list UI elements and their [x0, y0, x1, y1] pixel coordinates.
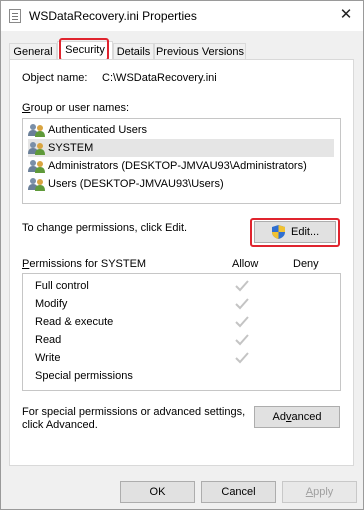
allow-column-label: Allow: [232, 258, 259, 270]
permission-row: Write: [35, 350, 335, 366]
cancel-button[interactable]: Cancel: [201, 481, 276, 503]
allow-check-icon: [235, 298, 249, 310]
allow-check-icon: [235, 334, 249, 346]
group-user-list[interactable]: Authenticated Users SYSTEM Administrator…: [22, 118, 341, 204]
permission-row: Read: [35, 332, 335, 348]
properties-window: WSDataRecovery.ini Properties ✕ General …: [0, 0, 364, 510]
users-icon: [28, 142, 45, 155]
list-item-users[interactable]: Users (DESKTOP-JMVAU93\Users): [28, 175, 334, 193]
close-button[interactable]: ✕: [333, 3, 359, 27]
advanced-hint-line1: For special permissions or advanced sett…: [22, 406, 246, 418]
object-name-label: Object name:: [22, 72, 88, 84]
object-name-value: C:\WSDataRecovery.ini: [102, 72, 217, 84]
list-item-administrators[interactable]: Administrators (DESKTOP-JMVAU93\Administ…: [28, 157, 334, 175]
permission-row: Full control: [35, 278, 335, 294]
allow-check-icon: [235, 280, 249, 292]
permission-row: Read & execute: [35, 314, 335, 330]
title-bar[interactable]: WSDataRecovery.ini Properties ✕: [1, 1, 363, 31]
permission-row: Modify: [35, 296, 335, 312]
users-icon: [28, 160, 45, 173]
ok-button[interactable]: OK: [120, 481, 195, 503]
security-tab-highlight: [59, 38, 109, 61]
users-icon: [28, 178, 45, 191]
file-icon: [9, 9, 21, 23]
advanced-hint-line2: click Advanced.: [22, 419, 98, 431]
list-item-authenticated-users[interactable]: Authenticated Users: [28, 121, 334, 139]
group-names-label: Group or user names:: [22, 102, 129, 114]
tab-previous-versions[interactable]: Previous Versions: [154, 43, 246, 59]
advanced-button-label: Advanced: [272, 411, 322, 423]
tab-general[interactable]: General: [9, 43, 57, 59]
allow-check-icon: [235, 316, 249, 328]
advanced-button[interactable]: Advanced: [254, 406, 340, 428]
deny-column-label: Deny: [293, 258, 319, 270]
edit-button-highlight: [250, 218, 340, 247]
permissions-header: Permissions for SYSTEM: [22, 258, 147, 270]
change-permissions-hint: To change permissions, click Edit.: [22, 222, 188, 234]
window-title: WSDataRecovery.ini Properties: [29, 9, 197, 23]
users-icon: [28, 124, 45, 137]
tab-details[interactable]: Details: [113, 43, 154, 59]
allow-check-icon: [235, 352, 249, 364]
list-item-system[interactable]: SYSTEM: [28, 139, 334, 157]
apply-button[interactable]: Apply: [282, 481, 357, 503]
permissions-list: Full control Modify Read & execute Read …: [22, 273, 341, 391]
permission-row: Special permissions: [35, 370, 133, 382]
